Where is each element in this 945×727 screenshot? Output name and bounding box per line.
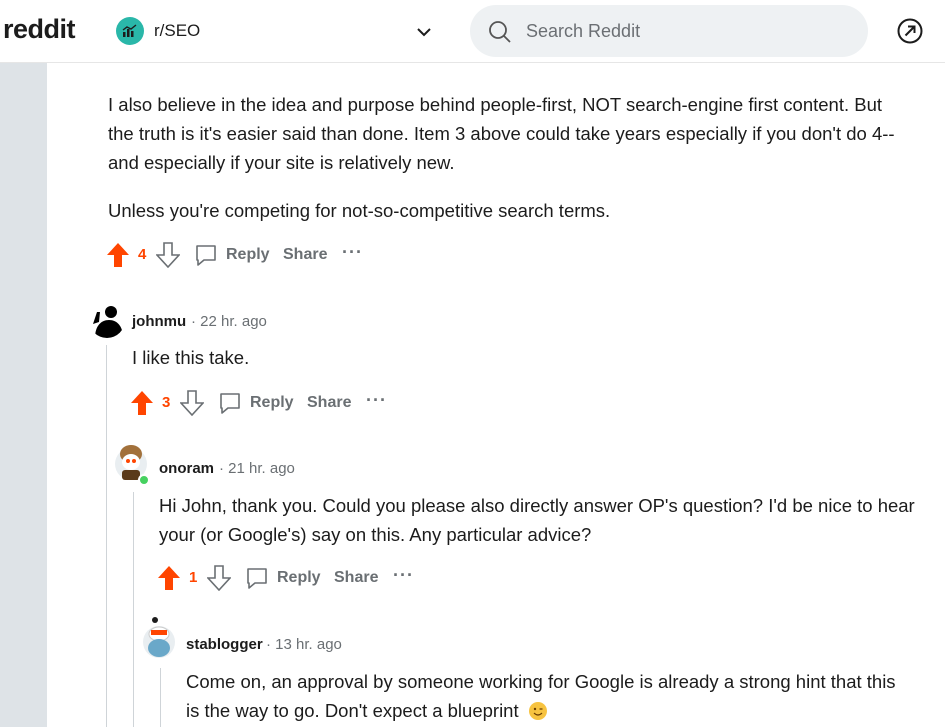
- comment-line-wrap: is the way to go. Don't expect a bluepri…: [186, 696, 548, 725]
- comment-line: the truth is it's easier said than done.…: [108, 123, 895, 144]
- comment-timestamp[interactable]: · 13 hr. ago: [266, 636, 342, 653]
- subreddit-name: r/SEO: [154, 21, 201, 40]
- reddit-logo[interactable]: reddit: [3, 14, 76, 45]
- share-button[interactable]: Share: [283, 246, 327, 264]
- subreddit-icon: [116, 17, 144, 45]
- avatar: [114, 440, 152, 486]
- top-header: reddit r/SEO Search Reddit: [0, 0, 945, 63]
- thread-line[interactable]: [160, 668, 161, 727]
- comment-author[interactable]: stablogger: [186, 636, 263, 653]
- thread-line[interactable]: [133, 492, 134, 727]
- upvote-icon[interactable]: [106, 242, 130, 268]
- left-rail: [0, 62, 47, 727]
- comment-timestamp[interactable]: · 21 hr. ago: [219, 460, 295, 477]
- comment-line: I also believe in the idea and purpose b…: [108, 94, 883, 115]
- comment-icon[interactable]: [194, 243, 218, 267]
- comment-author[interactable]: johnmu: [132, 313, 186, 330]
- comment-line: your (or Google's) say on this. Any part…: [159, 524, 592, 545]
- downvote-icon[interactable]: [180, 390, 204, 416]
- more-options-button[interactable]: ···: [393, 565, 414, 586]
- comment-line: Unless you're competing for not-so-compe…: [108, 200, 611, 221]
- user-avatar-icon: [143, 617, 175, 658]
- avatar: [89, 302, 125, 338]
- share-button[interactable]: Share: [307, 394, 351, 412]
- upvote-icon[interactable]: [157, 565, 181, 591]
- chevron-down-icon[interactable]: [414, 22, 434, 42]
- comment-line: Hi John, thank you. Could you please als…: [159, 495, 915, 516]
- user-avatar-icon: [93, 306, 123, 338]
- comment-actions: 3 Reply Share ···: [128, 388, 428, 418]
- reply-button[interactable]: Reply: [277, 569, 321, 587]
- open-external-icon[interactable]: [896, 17, 924, 45]
- thread-line[interactable]: [106, 345, 107, 727]
- comment-actions: 4 Reply Share ···: [104, 240, 404, 270]
- smiley-emoji-icon: [529, 702, 548, 720]
- reply-button[interactable]: Reply: [226, 246, 270, 264]
- vote-count: 4: [138, 246, 147, 263]
- vote-count: 1: [189, 569, 198, 586]
- avatar: [141, 616, 179, 662]
- comment-icon[interactable]: [218, 391, 242, 415]
- user-avatar-icon: [115, 445, 150, 486]
- vote-count: 3: [162, 394, 171, 411]
- search-bar[interactable]: Search Reddit: [470, 5, 868, 57]
- comment-line: Come on, an approval by someone working …: [186, 671, 896, 692]
- comment-icon[interactable]: [245, 566, 269, 590]
- comment-author[interactable]: onoram: [159, 460, 214, 477]
- more-options-button[interactable]: ···: [366, 390, 387, 411]
- upvote-icon[interactable]: [130, 390, 154, 416]
- comment-text: I like this take.: [132, 347, 250, 368]
- comment-timestamp[interactable]: · 22 hr. ago: [191, 313, 267, 330]
- downvote-icon[interactable]: [156, 242, 180, 268]
- share-button[interactable]: Share: [334, 569, 378, 587]
- downvote-icon[interactable]: [207, 565, 231, 591]
- more-options-button[interactable]: ···: [342, 242, 363, 263]
- subreddit-picker[interactable]: r/SEO: [110, 12, 440, 50]
- reply-button[interactable]: Reply: [250, 394, 294, 412]
- comment-line: and especially if your site is relativel…: [108, 152, 455, 173]
- search-input[interactable]: Search Reddit: [526, 21, 640, 42]
- comment-actions: 1 Reply Share ···: [155, 563, 455, 593]
- search-icon: [489, 21, 511, 43]
- comment-line: is the way to go. Don't expect a bluepri…: [186, 700, 519, 721]
